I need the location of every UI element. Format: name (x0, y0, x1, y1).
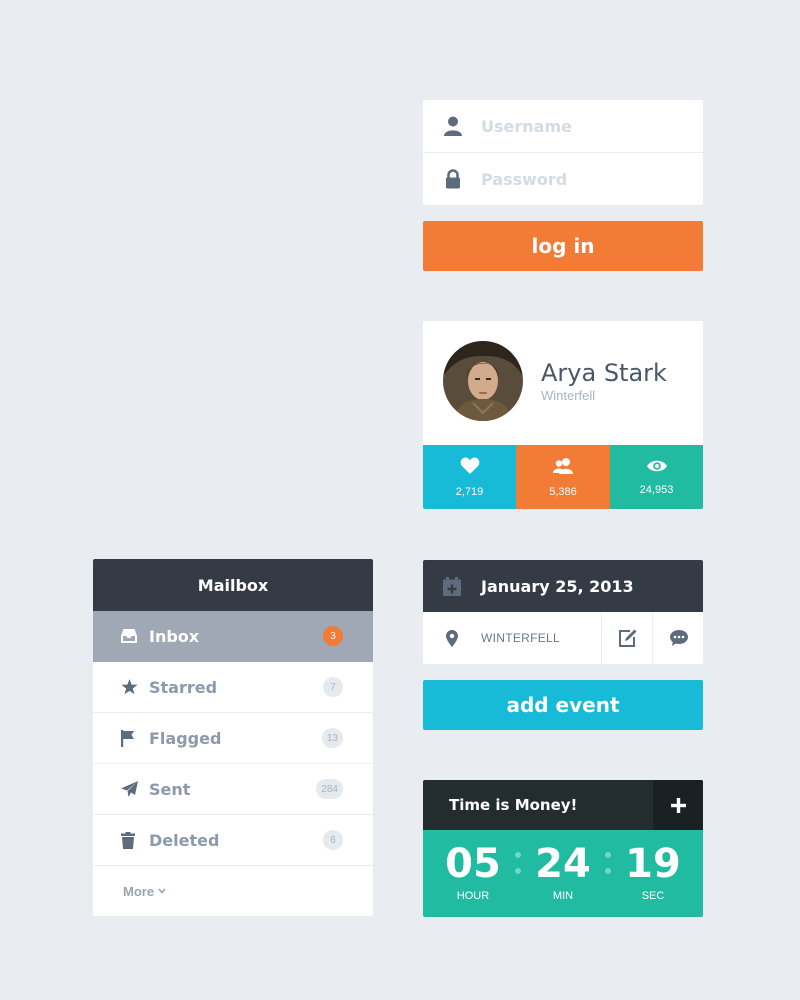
timer-header: Time is Money! (423, 780, 703, 830)
countdown-timer: Time is Money! 05 HOUR 24 MIN 19 SEC (423, 780, 703, 917)
colon-separator (515, 852, 521, 878)
trash-icon (121, 831, 149, 849)
profile-card: Arya Stark Winterfell 2,719 5,386 24,953 (423, 321, 703, 509)
mailbox-item-label: Flagged (149, 728, 222, 748)
seconds-label: SEC (641, 890, 665, 902)
mailbox-item-sent[interactable]: Sent 284 (93, 764, 373, 815)
count-badge: 13 (321, 728, 343, 748)
timer-title: Time is Money! (449, 796, 578, 814)
lock-icon (423, 169, 483, 189)
eye-icon (646, 459, 667, 478)
event-header: January 25, 2013 (423, 560, 703, 612)
minutes-label: MIN (552, 890, 574, 902)
profile-location: Winterfell (541, 388, 596, 403)
count-badge: 7 (323, 677, 343, 697)
mailbox-item-inbox[interactable]: Inbox 3 (93, 611, 373, 662)
mailbox-item-label: Sent (149, 779, 191, 799)
minutes-unit: 24 MIN (523, 840, 603, 902)
calendar-icon (423, 576, 481, 596)
mailbox-item-label: Starred (149, 677, 218, 697)
star-icon (121, 679, 149, 695)
heart-icon (460, 457, 480, 480)
chevron-down-icon (158, 888, 166, 894)
more-label: More (123, 883, 155, 899)
seconds-value: 19 (625, 841, 681, 887)
mailbox-panel: Mailbox Inbox 3 Starred 7 Flagged 13 Sen… (93, 559, 373, 916)
comment-event-button[interactable] (652, 612, 703, 664)
users-icon (553, 457, 573, 480)
plus-icon (670, 797, 686, 813)
count-badge: 284 (316, 779, 343, 799)
mailbox-item-label: Inbox (149, 626, 200, 646)
count-badge: 3 (323, 626, 343, 646)
login-form (423, 100, 703, 205)
username-row (423, 100, 703, 153)
event-location: WINTERFELL (481, 631, 561, 645)
avatar (443, 341, 523, 421)
password-row (423, 153, 703, 205)
colon-separator (605, 852, 611, 878)
event-details: WINTERFELL (423, 612, 703, 664)
map-pin-icon (423, 629, 481, 647)
likes-count: 2,719 (455, 485, 484, 498)
likes-stat[interactable]: 2,719 (423, 445, 516, 509)
timer-body: 05 HOUR 24 MIN 19 SEC (423, 830, 703, 917)
count-badge: 6 (323, 830, 343, 850)
profile-stats: 2,719 5,386 24,953 (423, 445, 703, 509)
followers-stat[interactable]: 5,386 (516, 445, 610, 509)
event-date: January 25, 2013 (481, 576, 634, 596)
minutes-value: 24 (535, 841, 591, 887)
seconds-unit: 19 SEC (613, 840, 693, 902)
followers-count: 5,386 (549, 485, 577, 498)
mailbox-item-starred[interactable]: Starred 7 (93, 662, 373, 713)
mailbox-title: Mailbox (93, 559, 373, 611)
hours-unit: 05 HOUR (433, 840, 513, 902)
hours-value: 05 (445, 841, 501, 887)
flag-icon (121, 729, 149, 747)
views-count: 24,953 (639, 483, 674, 496)
edit-icon (618, 629, 637, 647)
edit-event-button[interactable] (601, 612, 653, 664)
add-event-button[interactable]: add event (423, 680, 703, 730)
hours-label: HOUR (456, 890, 490, 902)
more-link[interactable]: More (93, 866, 373, 916)
login-button[interactable]: log in (423, 221, 703, 271)
event-card: January 25, 2013 WINTERFELL (423, 560, 703, 664)
mailbox-item-flagged[interactable]: Flagged 13 (93, 713, 373, 764)
password-input[interactable] (481, 169, 671, 189)
username-input[interactable] (481, 116, 671, 136)
add-timer-button[interactable] (653, 780, 703, 830)
profile-name: Arya Stark (541, 359, 667, 387)
send-icon (121, 781, 149, 797)
chat-icon (669, 630, 688, 646)
mailbox-item-label: Deleted (149, 830, 220, 850)
views-stat[interactable]: 24,953 (610, 445, 703, 509)
inbox-icon (121, 629, 149, 643)
user-icon (423, 116, 483, 136)
mailbox-item-deleted[interactable]: Deleted 6 (93, 815, 373, 866)
